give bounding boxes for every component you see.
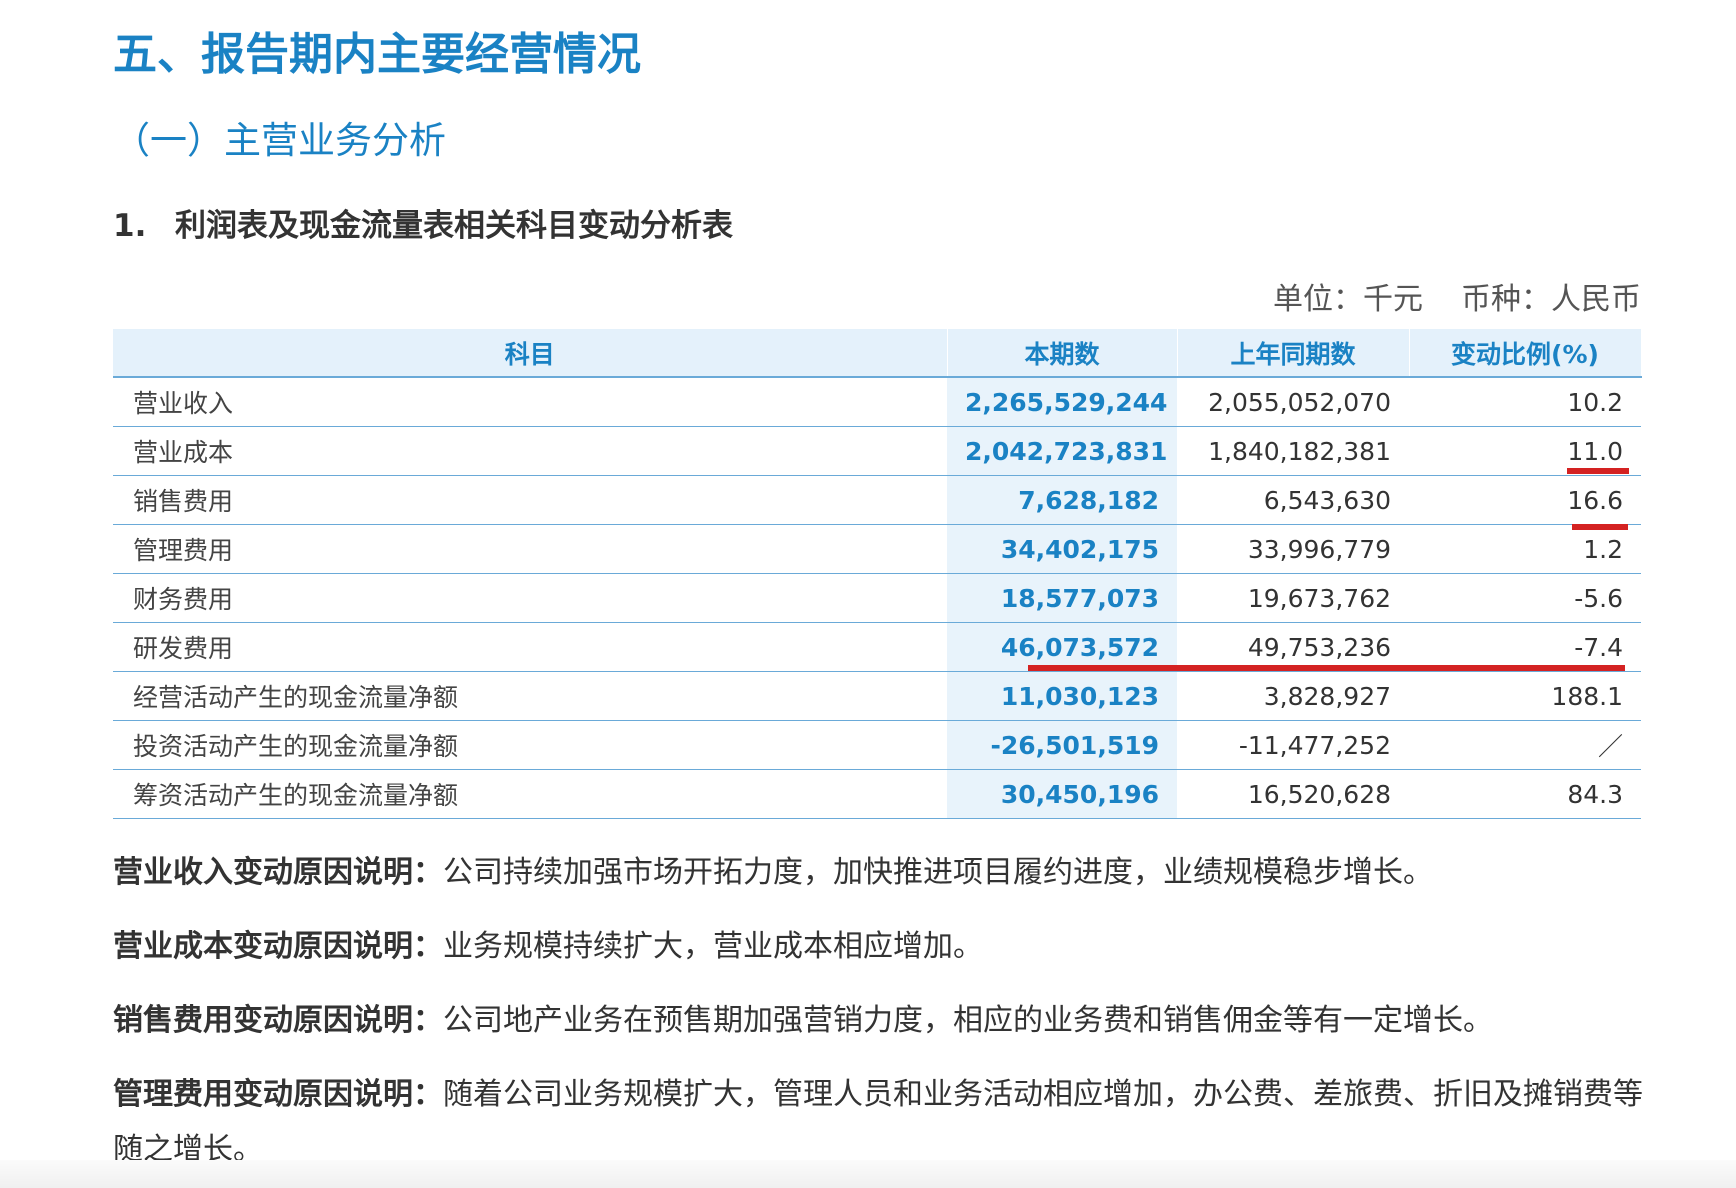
table-row: 营业成本 2,042,723,831 1,840,182,381 11.0 — [113, 426, 1641, 476]
row-change: 10.2 — [1409, 377, 1641, 427]
row-change: 1.2 — [1409, 524, 1641, 574]
explanation-text: 公司持续加强市场开拓力度，加快推进项目履约进度，业绩规模稳步增长。 — [443, 855, 1433, 890]
row-item: 管理费用 — [113, 524, 947, 574]
row-current: -26,501,519 — [947, 720, 1177, 770]
row-item: 营业收入 — [113, 377, 947, 427]
row-previous: 1,840,182,381 — [1177, 426, 1409, 476]
row-item: 经营活动产生的现金流量净额 — [113, 671, 947, 721]
explanation-label: 营业成本变动原因说明： — [113, 929, 443, 964]
row-item: 财务费用 — [113, 573, 947, 623]
explanation-revenue: 营业收入变动原因说明：公司持续加强市场开拓力度，加快推进项目履约进度，业绩规模稳… — [113, 845, 1653, 900]
row-item: 营业成本 — [113, 426, 947, 476]
explanation-label: 管理费用变动原因说明： — [113, 1077, 443, 1112]
red-underline-annotation — [1028, 665, 1625, 671]
red-underline-annotation — [1567, 468, 1629, 474]
header-previous: 上年同期数 — [1177, 329, 1410, 378]
header-item: 科目 — [113, 329, 948, 378]
explanation-label: 销售费用变动原因说明： — [113, 1003, 443, 1038]
row-current: 11,030,123 — [947, 671, 1177, 721]
explanation-text: 公司地产业务在预售期加强营销力度，相应的业务费和销售佣金等有一定增长。 — [443, 1003, 1493, 1038]
change-analysis-table: 科目 本期数 上年同期数 变动比例(%) 营业收入 2,265,529,244 2,… — [113, 329, 1642, 819]
row-current: 7,628,182 — [947, 475, 1177, 525]
row-item: 销售费用 — [113, 475, 947, 525]
row-current: 2,265,529,244 — [947, 377, 1177, 427]
red-underline-annotation — [1572, 524, 1628, 530]
row-item: 筹资活动产生的现金流量净额 — [113, 769, 947, 819]
row-item: 投资活动产生的现金流量净额 — [113, 720, 947, 770]
table-row: 营业收入 2,265,529,244 2,055,052,070 10.2 — [113, 377, 1641, 427]
table-heading: 1. 利润表及现金流量表相关科目变动分析表 — [113, 200, 733, 245]
table-heading-number: 1. — [113, 208, 147, 244]
row-previous: 16,520,628 — [1177, 769, 1409, 819]
row-change: -5.6 — [1409, 573, 1641, 623]
row-item: 研发费用 — [113, 622, 947, 672]
explanation-cost: 营业成本变动原因说明：业务规模持续扩大，营业成本相应增加。 — [113, 919, 1653, 974]
unit-label: 单位：千元 — [1273, 282, 1423, 317]
row-current: 34,402,175 — [947, 524, 1177, 574]
row-previous: 2,055,052,070 — [1177, 377, 1409, 427]
currency-label: 币种：人民币 — [1461, 282, 1641, 317]
table-row: 投资活动产生的现金流量净额 -26,501,519 -11,477,252 ／ — [113, 720, 1641, 770]
table-heading-title: 利润表及现金流量表相关科目变动分析表 — [175, 208, 733, 244]
header-change: 变动比例(%) — [1409, 329, 1642, 378]
row-current: 18,577,073 — [947, 573, 1177, 623]
unit-note: 单位：千元 币种：人民币 — [1273, 274, 1641, 318]
table-row: 经营活动产生的现金流量净额 11,030,123 3,828,927 188.1 — [113, 671, 1641, 721]
explanation-label: 营业收入变动原因说明： — [113, 855, 443, 890]
row-previous: 6,543,630 — [1177, 475, 1409, 525]
row-current: 30,450,196 — [947, 769, 1177, 819]
row-current: 2,042,723,831 — [947, 426, 1177, 476]
table-row: 财务费用 18,577,073 19,673,762 -5.6 — [113, 573, 1641, 623]
section-subtitle: （一）主营业务分析 — [113, 119, 446, 162]
header-current: 本期数 — [947, 329, 1178, 378]
row-change: ／ — [1409, 720, 1641, 770]
row-previous: 19,673,762 — [1177, 573, 1409, 623]
table-row: 管理费用 34,402,175 33,996,779 1.2 — [113, 524, 1641, 574]
row-change: 16.6 — [1409, 475, 1641, 525]
table-row: 销售费用 7,628,182 6,543,630 16.6 — [113, 475, 1641, 525]
row-change: 188.1 — [1409, 671, 1641, 721]
page-title: 五、报告期内主要经营情况 — [113, 29, 641, 80]
page-bottom-edge — [0, 1160, 1736, 1188]
row-previous: -11,477,252 — [1177, 720, 1409, 770]
row-previous: 3,828,927 — [1177, 671, 1409, 721]
row-change: 84.3 — [1409, 769, 1641, 819]
table-header-row: 科目 本期数 上年同期数 变动比例(%) — [113, 329, 1642, 378]
explanation-text: 业务规模持续扩大，营业成本相应增加。 — [443, 929, 983, 964]
table-row: 筹资活动产生的现金流量净额 30,450,196 16,520,628 84.3 — [113, 769, 1641, 819]
row-previous: 33,996,779 — [1177, 524, 1409, 574]
explanation-selling: 销售费用变动原因说明：公司地产业务在预售期加强营销力度，相应的业务费和销售佣金等… — [113, 993, 1653, 1048]
